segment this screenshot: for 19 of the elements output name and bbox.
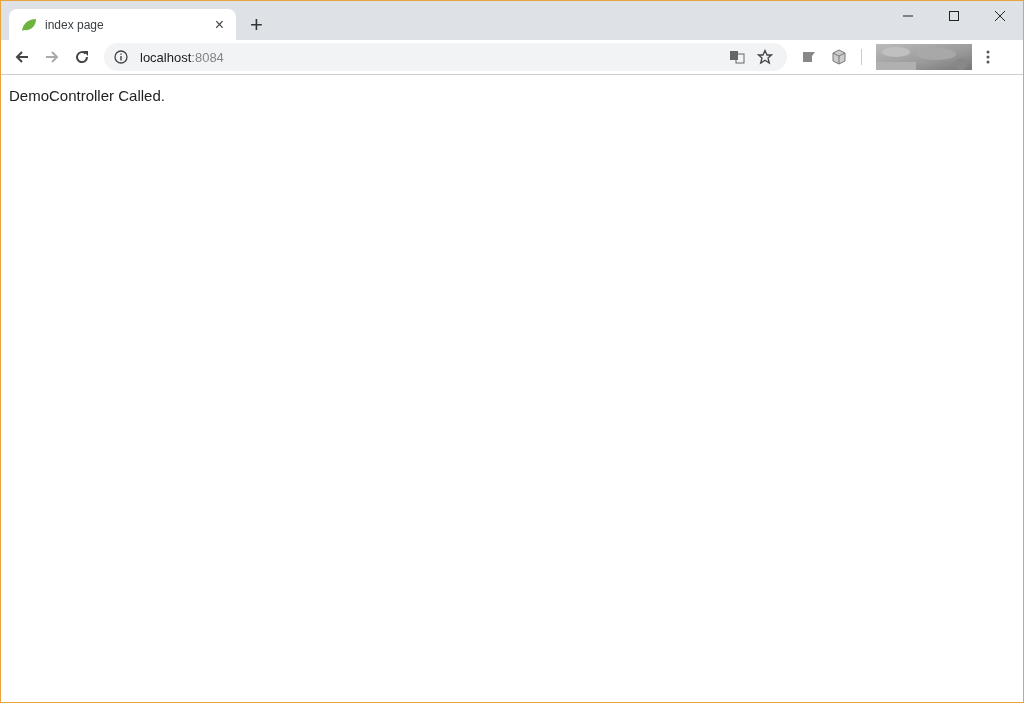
page-text: DemoController Called. <box>9 87 165 104</box>
url-port: :8084 <box>191 49 224 65</box>
maximize-icon[interactable] <box>948 10 960 22</box>
url-host: localhost <box>140 49 192 65</box>
info-icon <box>114 50 128 64</box>
translate-icon[interactable] <box>729 49 745 65</box>
new-tab-button[interactable]: + <box>246 14 267 36</box>
star-icon[interactable] <box>757 49 773 65</box>
extension-icon[interactable] <box>801 49 817 65</box>
menu-icon[interactable] <box>986 50 990 64</box>
address-bar[interactable]: localhost:8084 <box>104 43 787 71</box>
browser-tab[interactable]: index page × <box>9 9 236 40</box>
close-icon[interactable] <box>994 10 1006 22</box>
leaf-icon <box>21 17 37 32</box>
cube-icon[interactable] <box>831 49 847 65</box>
tab-title: index page <box>45 17 105 32</box>
back-arrow-icon[interactable] <box>14 49 30 65</box>
reload-icon[interactable] <box>74 49 90 65</box>
close-tab-button[interactable]: × <box>212 15 226 34</box>
